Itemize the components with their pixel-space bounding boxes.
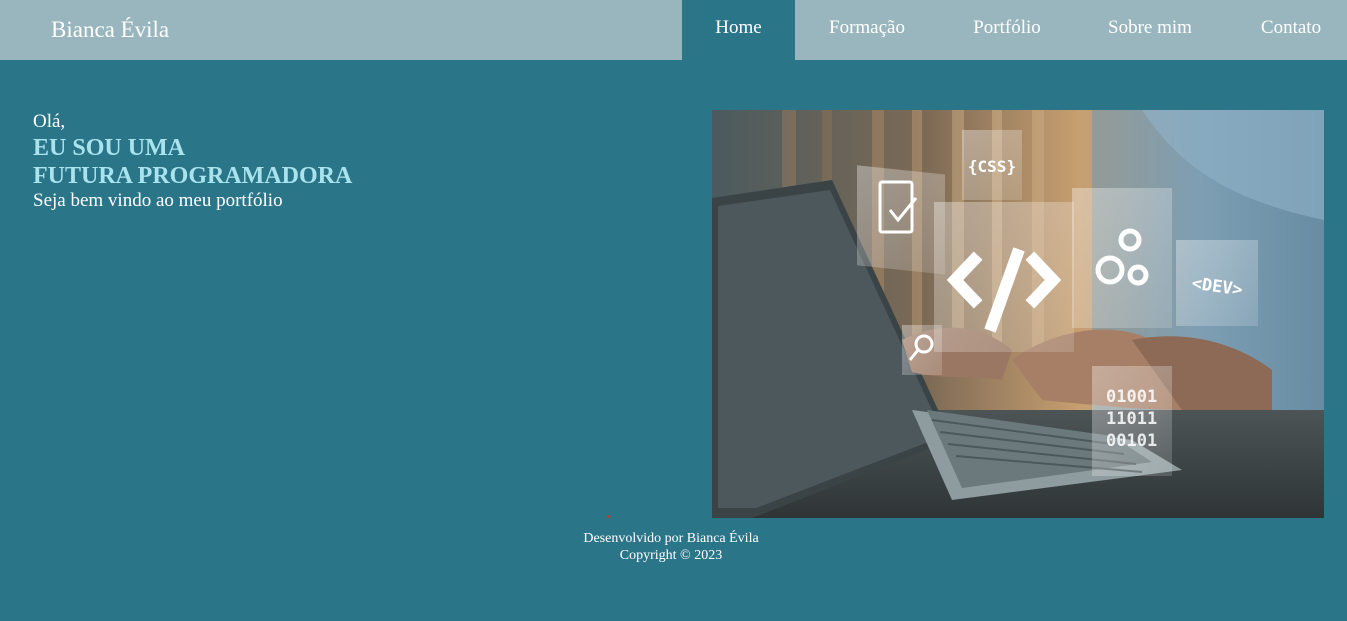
hero-tagline: Seja bem vindo ao meu portfólio — [33, 190, 283, 211]
magnifier-panel — [902, 325, 942, 375]
binary-row-2: 11011 — [1106, 409, 1157, 429]
nav-formacao[interactable]: Formação — [812, 0, 922, 60]
top-navigation-bar: Bianca Évila Home Formação Portfólio Sob… — [0, 0, 1347, 60]
nav-home[interactable]: Home — [682, 0, 795, 60]
hero-headline-line-1: EU SOU UMA — [33, 135, 186, 161]
site-brand[interactable]: Bianca Évila — [51, 15, 169, 45]
hero-image-illustration: {CSS} <DEV> 01001 11011 00101 — [712, 110, 1324, 518]
hero-intro: Olá, EU SOU UMA FUTURA PROGRAMADORA Seja… — [33, 110, 352, 212]
hero-greeting: Olá, — [33, 111, 66, 132]
decorative-dot — [607, 515, 610, 518]
binary-icon: 01001 11011 00101 — [1106, 387, 1157, 451]
binary-row-1: 01001 — [1106, 387, 1157, 407]
nav-sobre-mim[interactable]: Sobre mim — [1092, 0, 1208, 60]
nav-portfolio[interactable]: Portfólio — [956, 0, 1058, 60]
binary-row-3: 00101 — [1106, 431, 1157, 451]
hero-image: {CSS} <DEV> 01001 11011 00101 — [712, 110, 1324, 518]
footer-credit: Desenvolvido por Bianca Évila — [583, 531, 759, 546]
footer-copyright: Copyright © 2023 — [619, 548, 723, 563]
gears-panel — [1072, 188, 1172, 328]
css-tag: {CSS} — [968, 157, 1016, 176]
page-footer: Desenvolvido por Bianca Évila Copyright … — [0, 530, 1342, 564]
hero-headline-line-2: FUTURA PROGRAMADORA — [33, 163, 353, 189]
nav-contato[interactable]: Contato — [1246, 0, 1336, 60]
